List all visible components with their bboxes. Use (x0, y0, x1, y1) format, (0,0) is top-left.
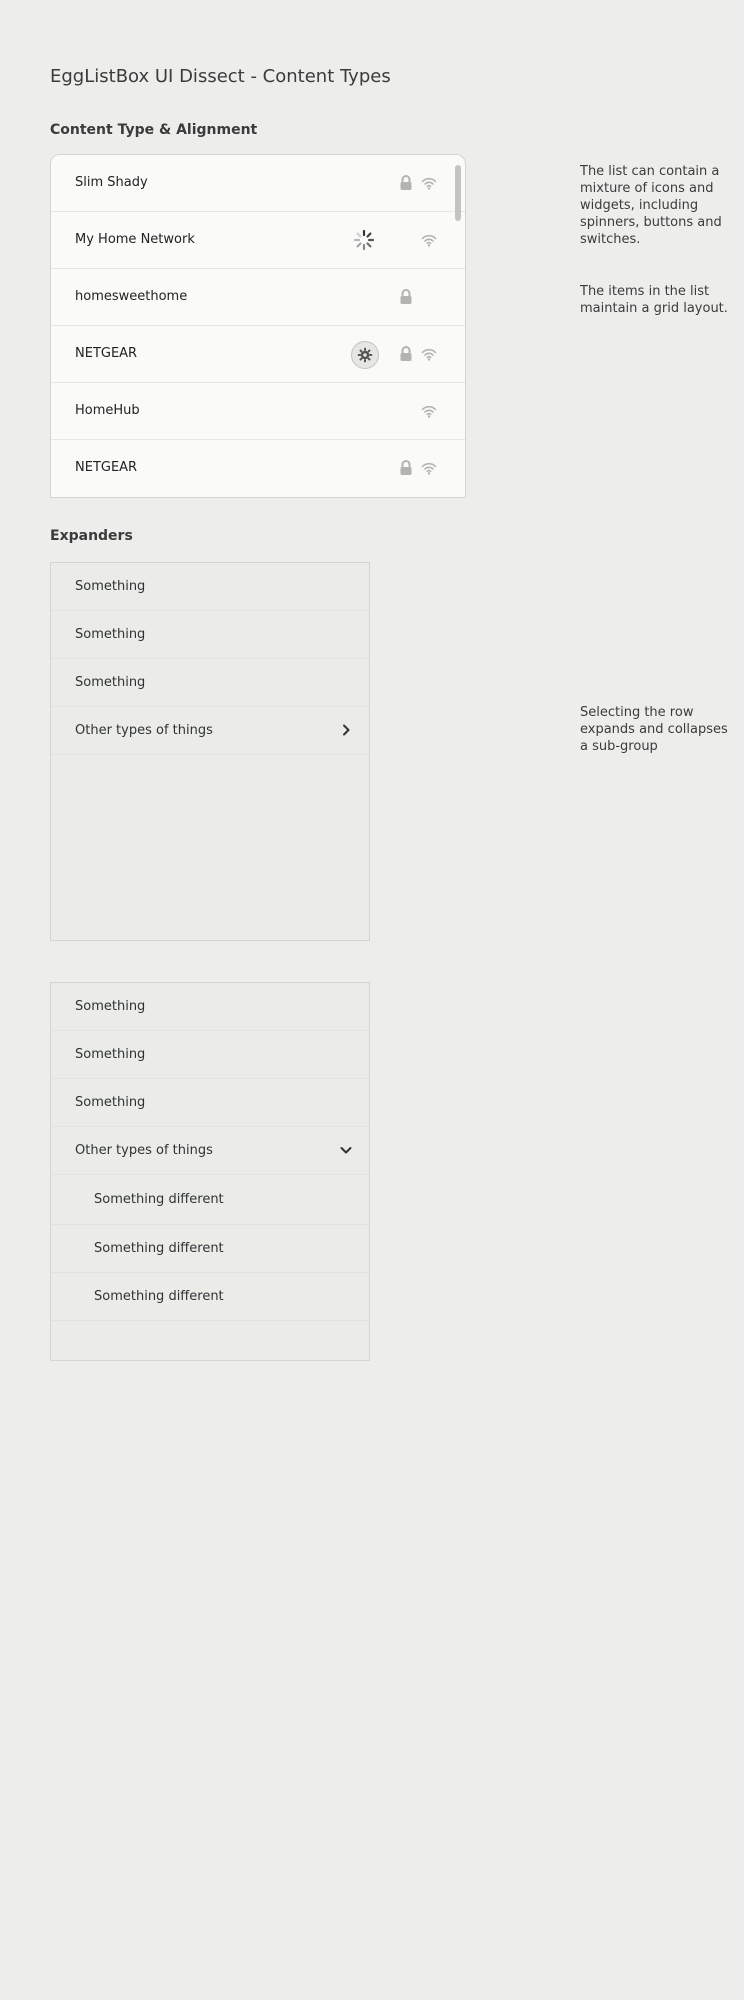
expander-list-expanded: Something Something Something Other type… (50, 982, 370, 1361)
row-label: Something (75, 675, 146, 690)
expander-label: Other types of things (75, 1143, 213, 1158)
row-label: Something (75, 1047, 146, 1062)
expander-list-collapsed: Something Something Something Other type… (50, 562, 370, 941)
wifi-icon (421, 177, 437, 190)
expanders-section-heading: Expanders (50, 528, 133, 544)
row-label: Something (75, 999, 146, 1014)
list-row[interactable]: Something (51, 1079, 369, 1127)
list-row[interactable]: Something (51, 563, 369, 611)
chevron-right-icon (343, 724, 350, 736)
spinner-icon (353, 229, 375, 251)
row-label: Something (75, 627, 146, 642)
sub-row-label: Something different (94, 1241, 224, 1256)
row-label: homesweethome (75, 289, 188, 304)
lock-icon (400, 289, 412, 304)
list-row[interactable]: HomeHub (51, 383, 465, 440)
page-title: EggListBox UI Dissect - Content Types (50, 66, 391, 87)
row-label: HomeHub (75, 403, 140, 418)
list-row[interactable]: Something (51, 983, 369, 1031)
scrollbar[interactable] (455, 165, 461, 221)
lock-icon (400, 346, 412, 361)
expander-note: Selecting the row expands and collapses … (580, 705, 728, 754)
settings-button[interactable] (351, 341, 379, 369)
expander-row[interactable]: Other types of things (51, 1127, 369, 1175)
list-row[interactable]: Something (51, 611, 369, 659)
list-row[interactable]: homesweethome (51, 269, 465, 326)
sub-row-label: Something different (94, 1289, 224, 1304)
content-list: Slim Shady My Home Network homesweethome… (50, 154, 466, 498)
row-label: Slim Shady (75, 175, 148, 190)
row-label: My Home Network (75, 232, 195, 247)
sub-row[interactable]: Something different (51, 1273, 369, 1321)
row-label: NETGEAR (75, 346, 138, 361)
content-note: The items in the list maintain a grid la… (580, 284, 728, 316)
content-section-heading: Content Type & Alignment (50, 122, 258, 138)
lock-icon (400, 460, 412, 475)
sub-row[interactable]: Something different (51, 1225, 369, 1273)
content-note: The list can contain a mixture of icons … (580, 164, 722, 247)
list-row[interactable]: NETGEAR (51, 326, 465, 383)
list-row[interactable]: NETGEAR (51, 440, 465, 496)
list-row[interactable]: My Home Network (51, 212, 465, 269)
expander-label: Other types of things (75, 723, 213, 738)
row-label: NETGEAR (75, 460, 138, 475)
gear-icon (357, 347, 373, 363)
wifi-icon (421, 348, 437, 361)
sub-row-label: Something different (94, 1192, 224, 1207)
list-row[interactable]: Something (51, 659, 369, 707)
wifi-icon (421, 462, 437, 475)
row-label: Something (75, 579, 146, 594)
chevron-down-icon (340, 1147, 352, 1154)
lock-icon (400, 175, 412, 190)
sub-row[interactable]: Something different (51, 1175, 369, 1225)
row-label: Something (75, 1095, 146, 1110)
list-row[interactable]: Something (51, 1031, 369, 1079)
wifi-icon (421, 234, 437, 247)
list-row[interactable]: Slim Shady (51, 155, 465, 212)
expander-row[interactable]: Other types of things (51, 707, 369, 755)
wifi-icon (421, 405, 437, 418)
